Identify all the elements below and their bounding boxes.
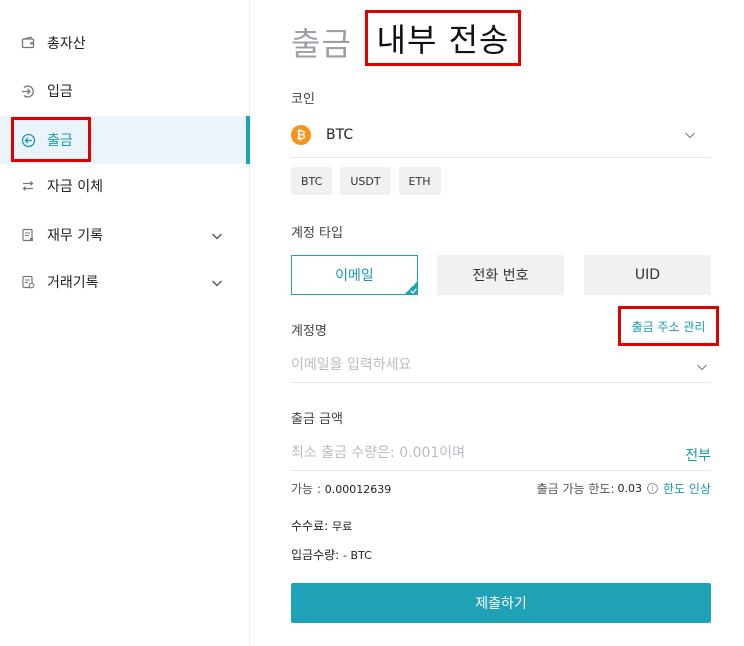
withdraw-limit: 출금 가능 한도: 0.03 i 한도 인상 [537,480,711,497]
coin-chip-eth[interactable]: ETH [398,167,441,195]
page-title: 출금 [291,25,352,63]
sidebar: 총자산 입금 출금 자금 이체 재무 기록 거래기록 [0,0,250,646]
checkmark-icon [404,281,418,295]
sidebar-item-withdraw[interactable]: 출금 [0,116,250,164]
selected-coin: BTC [326,126,354,143]
sidebar-item-financial-records[interactable]: 재무 기록 [0,211,250,259]
available-label: 가능 : [291,482,321,496]
sidebar-item-trade-history[interactable]: 거래기록 [0,258,250,306]
quick-coin-list: BTC USDT ETH [291,167,449,195]
sidebar-item-label: 거래기록 [47,275,99,291]
fee-label: 수수료: [291,519,329,533]
account-type-tabs: 이메일 전화 번호 UID [291,255,711,295]
sidebar-item-total-assets[interactable]: 총자산 [0,19,250,67]
amount-input[interactable] [291,437,671,469]
available-value: 0.00012639 [324,483,392,496]
coin-chip-btc[interactable]: BTC [291,167,333,195]
wallet-icon [20,35,36,51]
bitcoin-icon: ₿ [291,124,311,145]
sidebar-item-deposit[interactable]: 입금 [0,67,250,115]
tab-email[interactable]: 이메일 [291,255,418,295]
fee-value: 무료 [332,520,353,533]
account-name-label: 계정명 [291,324,327,339]
chevron-down-icon[interactable] [695,359,709,378]
withdraw-icon [20,132,36,148]
coin-select[interactable]: ₿ BTC [291,112,711,158]
limit-label: 출금 가능 한도: [536,482,615,496]
sidebar-item-label: 자금 이체 [47,179,103,195]
tab-label: 이메일 [335,268,374,284]
sidebar-item-label: 총자산 [47,36,86,52]
email-input[interactable] [291,349,671,381]
deposit-icon [20,83,36,99]
available-balance: 가능 : 0.00012639 [291,480,391,497]
tab-uid[interactable]: UID [584,255,711,295]
submit-button[interactable]: 제출하기 [291,583,711,623]
title-row: 출금 내부 전송 [291,10,521,68]
tab-label: 전화 번호 [472,268,529,284]
chevron-down-icon [210,228,224,242]
received-value: - BTC [343,549,372,562]
sidebar-item-label: 재무 기록 [47,228,103,244]
coin-chip-usdt[interactable]: USDT [340,167,391,195]
withdraw-panel: 출금 내부 전송 코인 ₿ BTC BTC USDT ETH 계정 타입 이메일… [291,0,719,646]
info-icon[interactable]: i [647,483,659,494]
page-subtitle-internal-transfer: 내부 전송 [365,10,521,66]
amount-field: 전부 [291,437,711,471]
sidebar-item-transfer[interactable]: 자금 이체 [0,162,250,210]
increase-limit-link[interactable]: 한도 인상 [663,480,711,497]
sidebar-item-label: 출금 [47,133,73,149]
active-indicator [246,116,250,164]
amount-label: 출금 금액 [291,412,343,427]
account-type-label: 계정 타입 [291,226,343,241]
chevron-down-icon [683,127,697,141]
received-line: 입금수량: - BTC [291,546,372,563]
history-icon [20,274,36,290]
availability-row: 가능 : 0.00012639 출금 가능 한도: 0.03 i 한도 인상 [291,480,711,498]
limit-value: 0.03 [617,482,643,495]
account-name-field [291,349,711,383]
transfer-icon [20,178,36,194]
sidebar-item-label: 입금 [47,84,73,100]
chevron-down-icon [210,275,224,289]
tab-label: UID [634,267,661,283]
coin-label: 코인 [291,92,315,107]
document-icon [20,227,36,243]
manage-addresses-link[interactable]: 출금 주소 관리 [618,306,719,346]
fee-line: 수수료: 무료 [291,517,352,534]
tab-phone[interactable]: 전화 번호 [437,255,564,295]
max-amount-button[interactable]: 전부 [685,445,711,465]
received-label: 입금수량: [291,548,340,562]
